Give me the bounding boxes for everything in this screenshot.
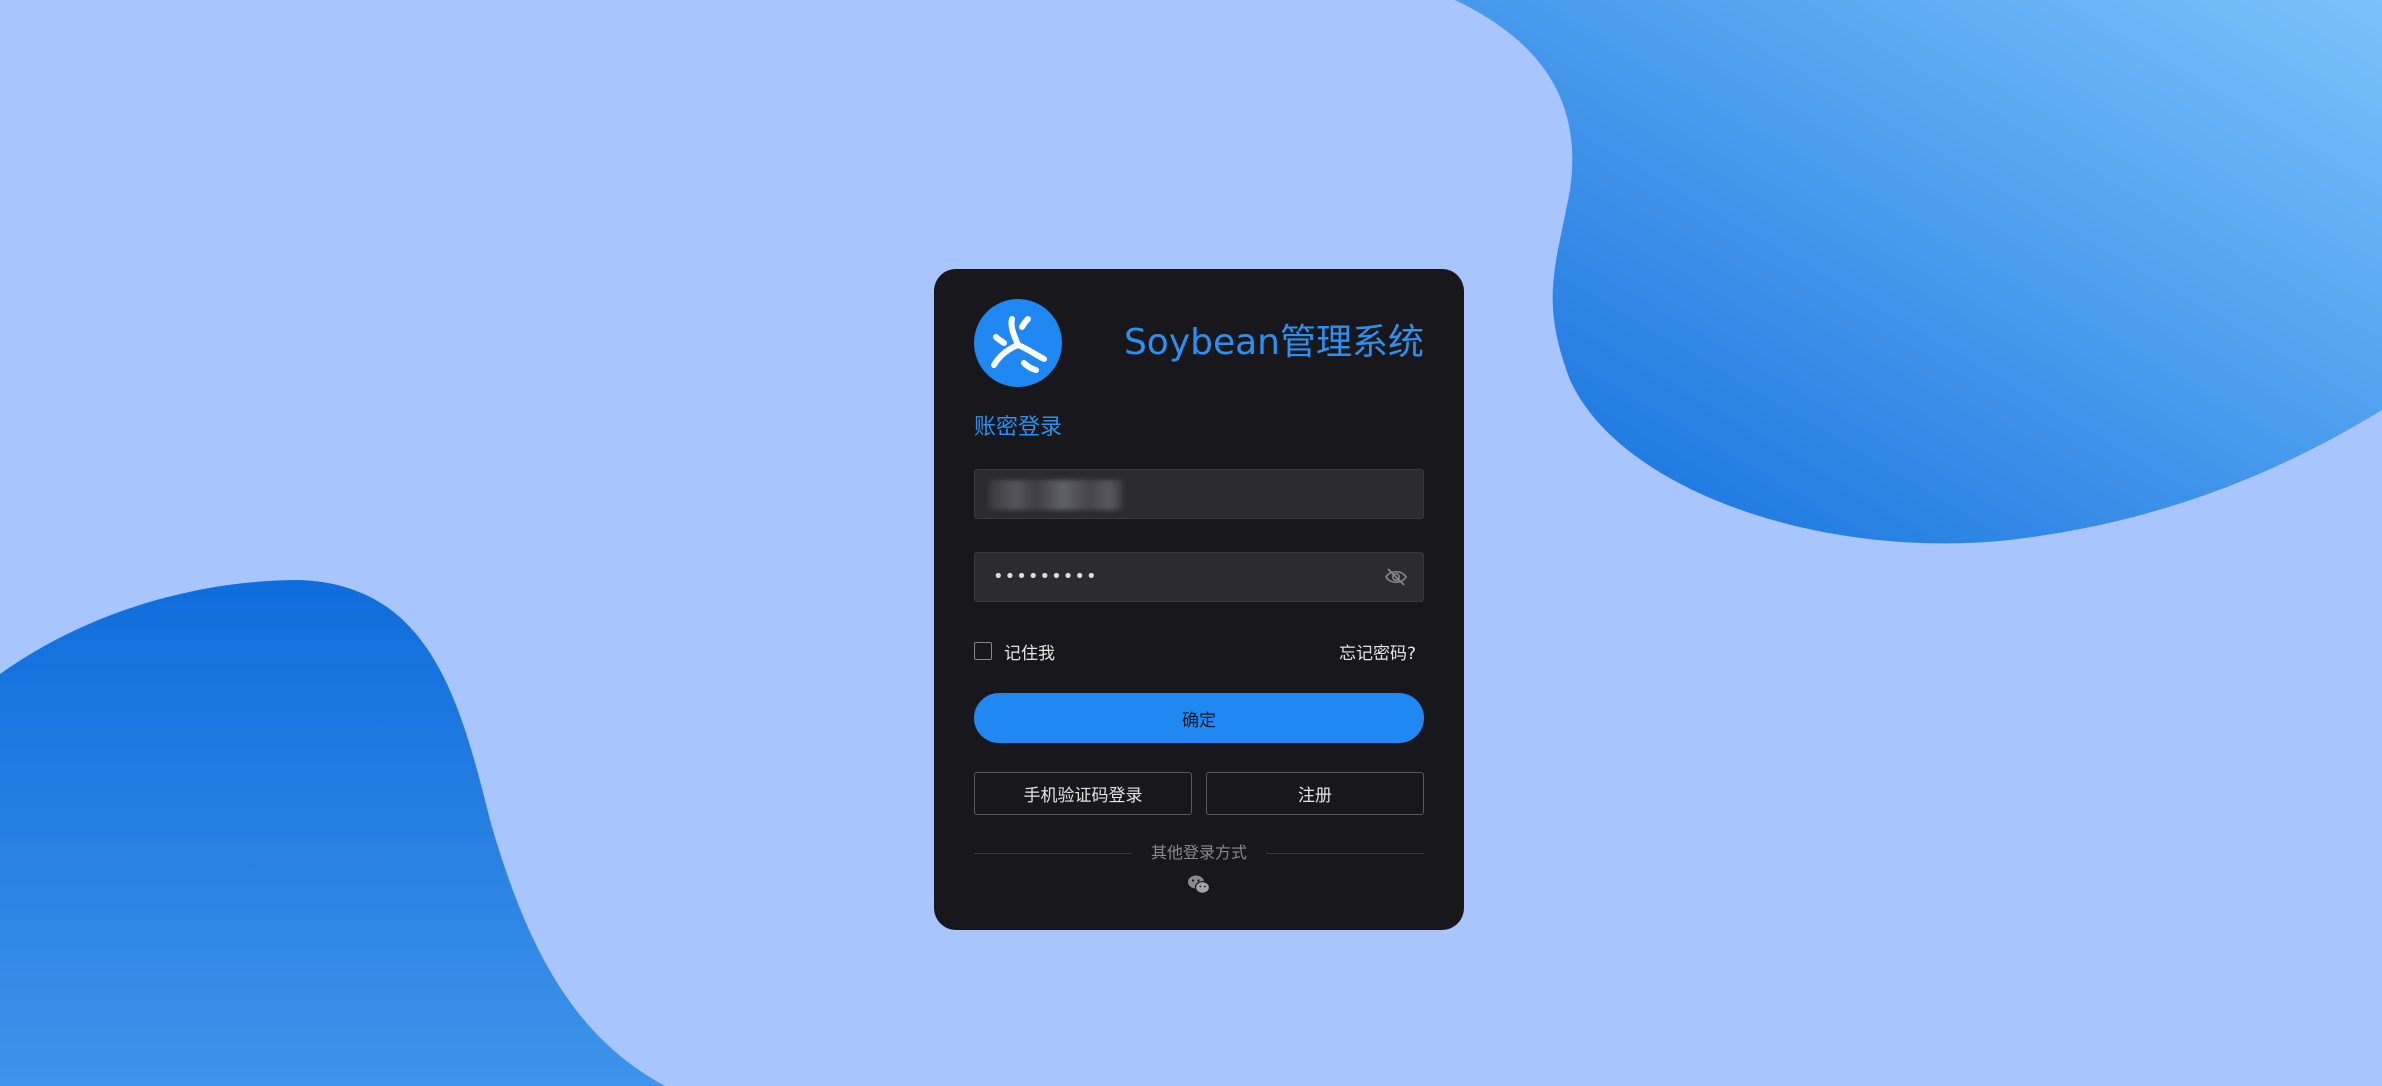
theme-toggle-button[interactable] — [56, 28, 84, 56]
login-mode-title: 账密登录 — [974, 415, 1063, 440]
other-methods-divider: 其他登录方式 — [974, 841, 1424, 865]
phone-login-button[interactable]: 手机验证码登录 — [974, 772, 1192, 815]
soybean-logo-icon — [974, 299, 1062, 387]
login-options-row: 记住我 忘记密码? — [974, 637, 1424, 667]
wechat-icon[interactable] — [1187, 874, 1211, 896]
forgot-password-link[interactable]: 忘记密码? — [1339, 639, 1416, 664]
register-button[interactable]: 注册 — [1206, 772, 1424, 815]
moon-icon — [62, 32, 72, 52]
remember-me-checkbox[interactable] — [974, 642, 992, 660]
confirm-button[interactable]: 确定 — [974, 693, 1424, 743]
top-right-blob — [1455, 0, 2382, 544]
eye-icon[interactable] — [1385, 567, 1407, 587]
system-title: Soybean管理系统 — [1123, 322, 1424, 363]
username-value-redacted — [989, 480, 1123, 510]
divider-line-right — [1266, 853, 1424, 854]
login-card: Soybean管理系统 账密登录 ••••••••• 记住我 忘记密码? 确定 … — [934, 269, 1464, 930]
card-header: Soybean管理系统 — [974, 299, 1424, 387]
username-input[interactable] — [974, 469, 1424, 519]
password-value: ••••••••• — [993, 566, 1098, 587]
bottom-left-blob — [0, 580, 665, 1086]
remember-me-label[interactable]: 记住我 — [1004, 639, 1055, 664]
password-input[interactable]: ••••••••• — [974, 552, 1424, 602]
